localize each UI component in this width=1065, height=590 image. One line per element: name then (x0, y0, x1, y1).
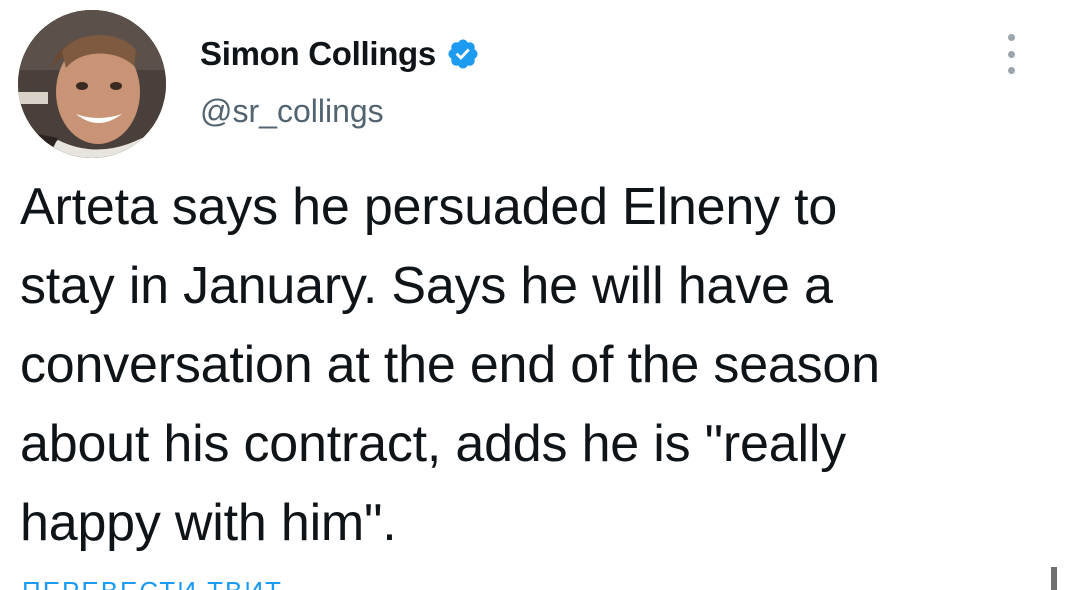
author-handle[interactable]: @sr_collings (200, 93, 384, 130)
author-name[interactable]: Simon Collings (200, 35, 436, 73)
translate-tweet-link[interactable]: ПЕРЕВЕСТИ ТВИТ (22, 578, 283, 590)
profile-photo-icon (18, 10, 166, 158)
avatar[interactable] (18, 10, 166, 158)
tweet-card: Simon Collings @sr_collings Arteta says … (0, 0, 1065, 590)
verified-badge-icon (446, 37, 480, 71)
tweet-text: Arteta says he persuaded Elneny to stay … (20, 178, 880, 552)
scrollbar-thumb[interactable] (1051, 567, 1057, 590)
author-name-row: Simon Collings (200, 32, 480, 76)
more-options-vertical-icon[interactable] (998, 34, 1024, 74)
